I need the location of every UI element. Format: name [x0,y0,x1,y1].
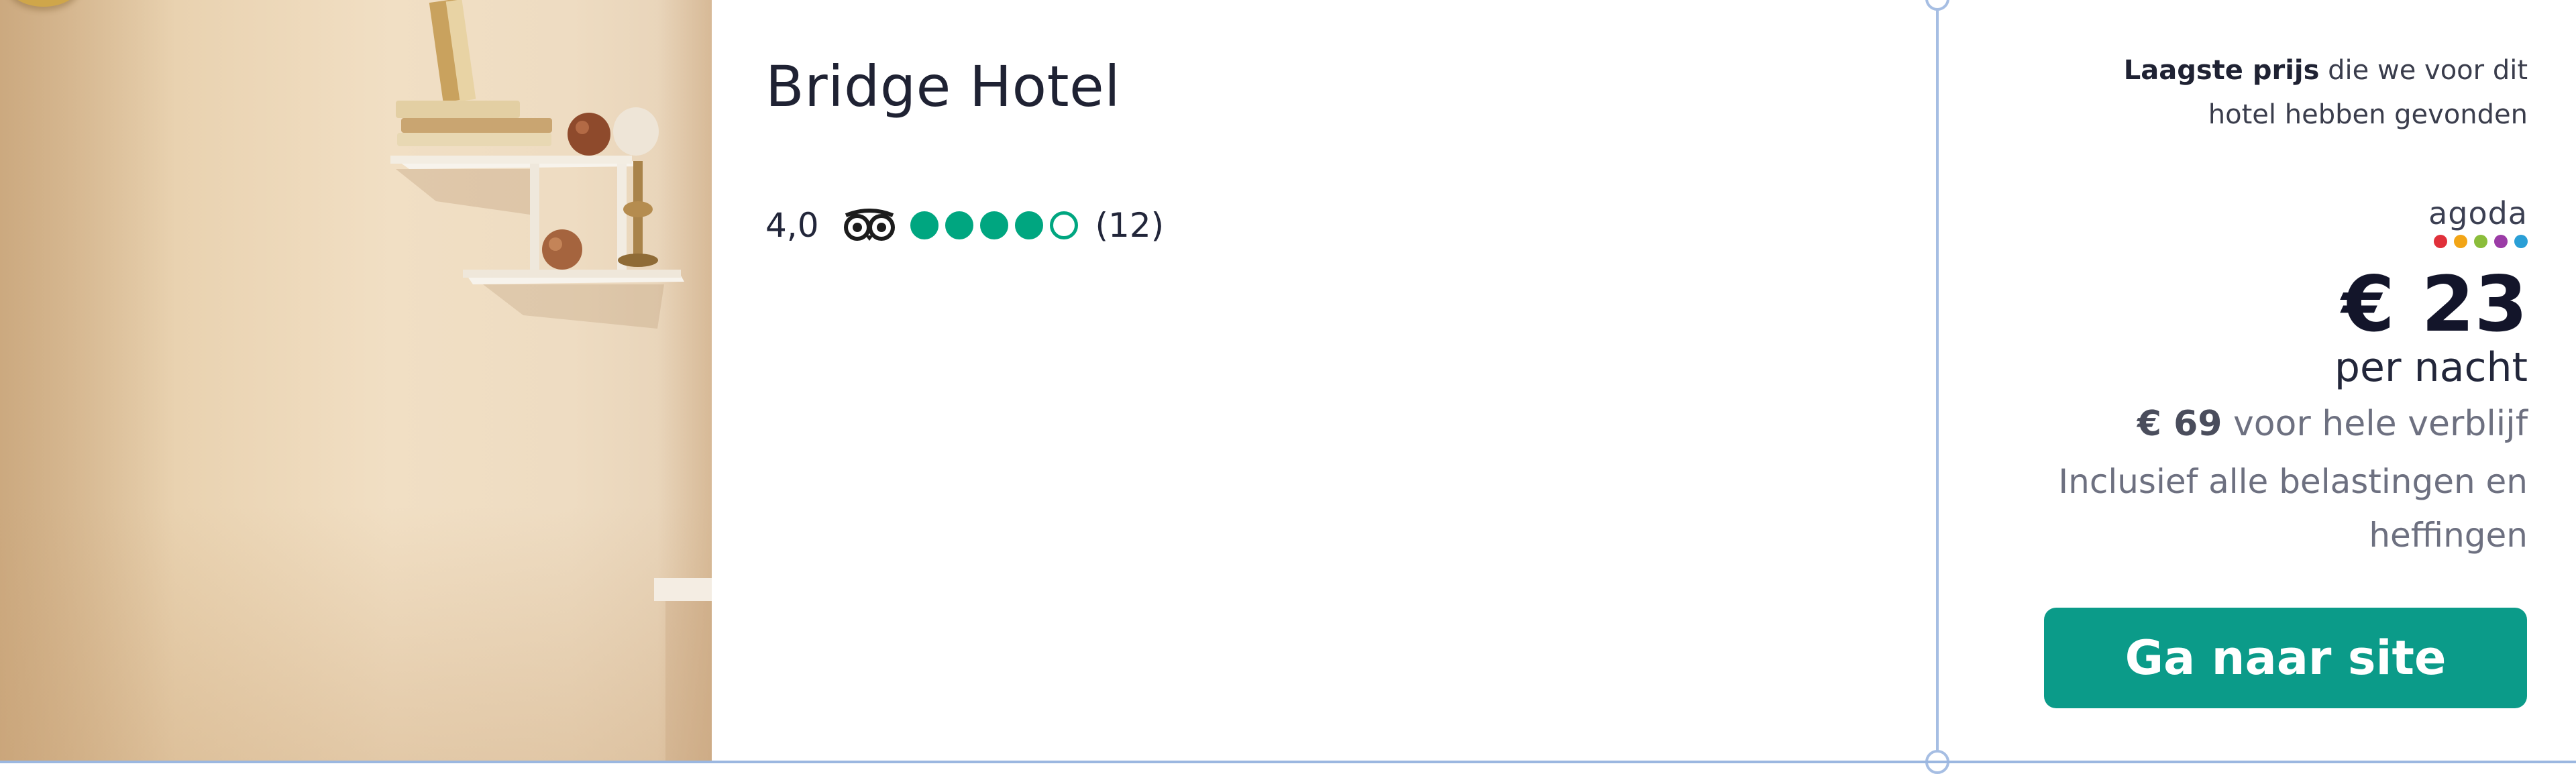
rating-bubble-filled [1014,211,1043,239]
go-to-site-button[interactable]: Ga naar site [2044,608,2527,708]
review-count[interactable]: (12) [1095,206,1165,245]
price-panel: Laagste prijs die we voor dit hotel hebb… [1939,0,2576,761]
provider-dot [2474,235,2487,248]
total-stay-price: € 69 voor hele verblijf [2137,402,2528,445]
rating-bubble-empty [1049,211,1078,239]
provider-logo-dots [2428,235,2528,248]
hotel-name[interactable]: Bridge Hotel [765,54,1120,119]
per-night-label: per nacht [2334,344,2528,391]
provider-dot [2494,235,2508,248]
provider-logo: agoda [2428,196,2528,248]
provider-dot [2454,235,2467,248]
hotel-result-card: Bridge Hotel 4,0 (12) Laagste prijs die … [0,0,2576,774]
lowest-price-label: Laagste prijs [2123,55,2320,86]
rating-row: 4,0 (12) [765,199,1164,252]
provider-dot [2514,235,2528,248]
tripadvisor-owl-icon [842,209,897,242]
total-price-label: voor hele verblijf [2222,404,2528,444]
rating-bubble-filled [945,211,973,239]
rating-bubbles [910,211,1078,239]
rating-value: 4,0 [765,206,819,245]
lowest-price-note: Laagste prijs die we voor dit hotel hebb… [2058,48,2528,137]
provider-dot [2434,235,2447,248]
rating-bubble-filled [910,211,938,239]
nightly-price: € 23 [2341,260,2528,349]
total-price-value: € 69 [2137,404,2222,444]
tax-note: Inclusief alle belastingen en heffingen [2058,462,2528,555]
photo-shelf-scene [390,0,712,761]
provider-name: agoda [2428,195,2528,231]
hotel-info: Bridge Hotel 4,0 (12) [712,0,1937,761]
card-bottom-border [0,761,2576,763]
rating-bubble-filled [979,211,1008,239]
hotel-photo[interactable] [0,0,712,761]
